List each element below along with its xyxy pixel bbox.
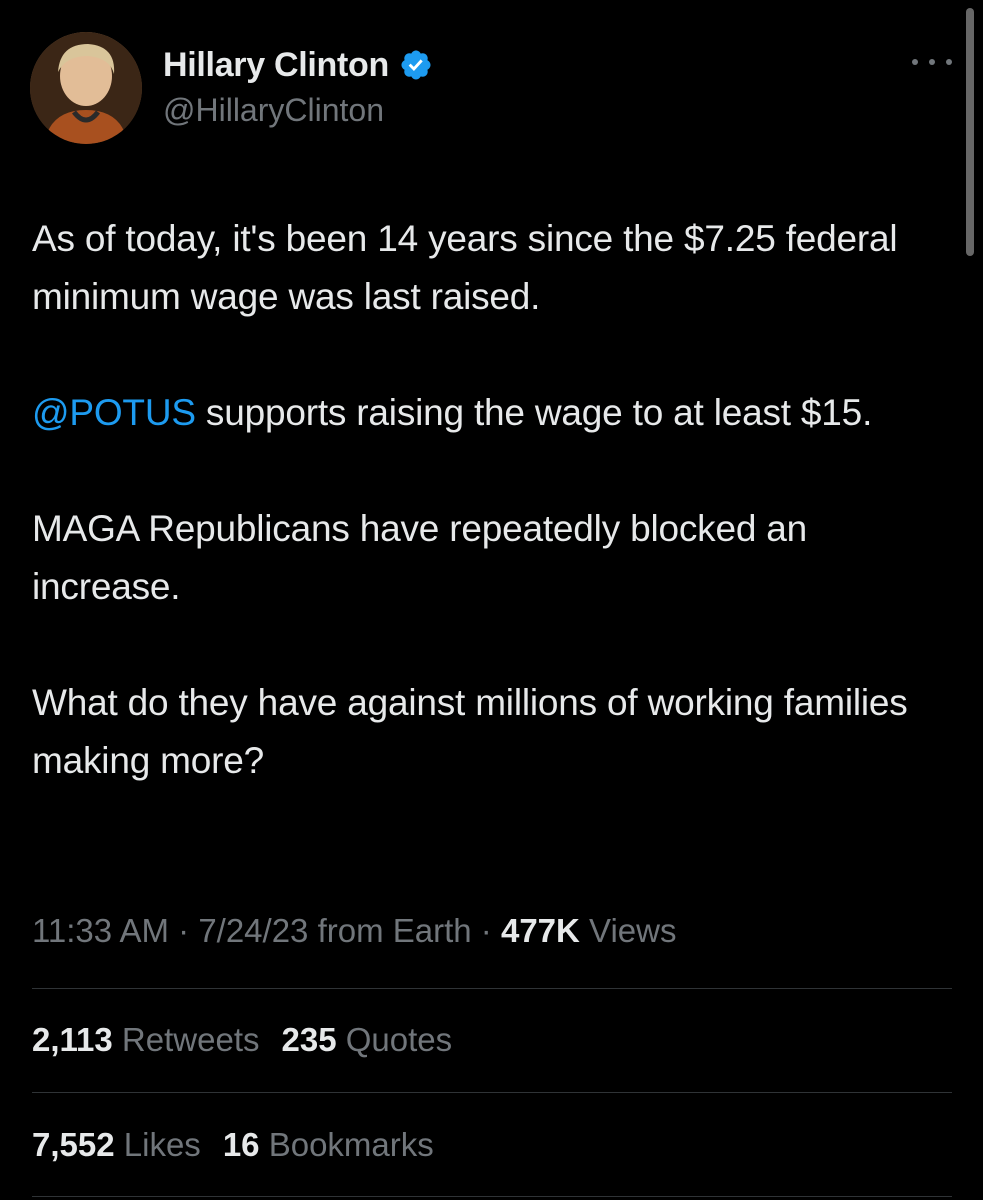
tweet-text: As of today, it's been 14 years since th…: [32, 210, 952, 848]
stats-row-reposts: 2,113 Retweets 235 Quotes: [32, 1021, 474, 1059]
retweets-count: 2,113: [32, 1021, 113, 1058]
avatar-image: [30, 32, 142, 144]
bookmarks-label: Bookmarks: [259, 1126, 434, 1163]
more-horizontal-icon-dot: [912, 59, 918, 65]
tweet-meta: 11:33 AM · 7/24/23 from Earth · 477K Vie…: [32, 912, 676, 950]
scrollbar[interactable]: [966, 8, 974, 256]
mention-link[interactable]: @POTUS: [32, 392, 196, 433]
bookmarks-count: 16: [222, 1126, 260, 1163]
more-horizontal-icon-dot: [946, 59, 952, 65]
more-options-button[interactable]: [912, 50, 952, 74]
more-horizontal-icon-dot: [929, 59, 935, 65]
display-name[interactable]: Hillary Clinton: [163, 46, 389, 85]
avatar[interactable]: [30, 32, 142, 144]
likes-stat[interactable]: 7,552 Likes: [32, 1126, 201, 1164]
display-name-row: Hillary Clinton: [163, 44, 433, 86]
handle[interactable]: @HillaryClinton: [163, 92, 433, 129]
meta-separator: ·: [168, 912, 199, 949]
tweet: Hillary Clinton @HillaryClinton As of to…: [0, 0, 983, 1200]
quotes-stat[interactable]: 235 Quotes: [282, 1021, 453, 1059]
bookmarks-stat[interactable]: 16 Bookmarks: [223, 1126, 434, 1164]
tweet-date-source[interactable]: 7/24/23 from Earth: [198, 912, 471, 949]
divider: [32, 1196, 952, 1197]
quotes-count: 235: [281, 1021, 337, 1058]
quotes-label: Quotes: [336, 1021, 453, 1058]
verified-badge-icon[interactable]: [399, 48, 433, 82]
divider: [32, 1092, 952, 1093]
likes-count: 7,552: [32, 1126, 115, 1163]
tweet-time[interactable]: 11:33 AM: [32, 912, 169, 949]
divider: [32, 988, 952, 989]
tweet-paragraph: What do they have against millions of wo…: [32, 682, 908, 781]
retweets-label: Retweets: [112, 1021, 260, 1058]
tweet-paragraph: MAGA Republicans have repeatedly blocked…: [32, 508, 808, 607]
views-label: Views: [579, 912, 677, 949]
stats-row-likes: 7,552 Likes 16 Bookmarks: [32, 1126, 456, 1164]
author-block: Hillary Clinton @HillaryClinton: [163, 44, 433, 129]
meta-separator: ·: [471, 912, 501, 949]
retweets-stat[interactable]: 2,113 Retweets: [32, 1021, 260, 1059]
views-count: 477K: [500, 912, 580, 949]
tweet-paragraph: As of today, it's been 14 years since th…: [32, 218, 898, 317]
tweet-paragraph-text: supports raising the wage to at least $1…: [195, 392, 873, 433]
likes-label: Likes: [114, 1126, 201, 1163]
tweet-paragraph: @POTUS supports raising the wage to at l…: [32, 384, 952, 442]
